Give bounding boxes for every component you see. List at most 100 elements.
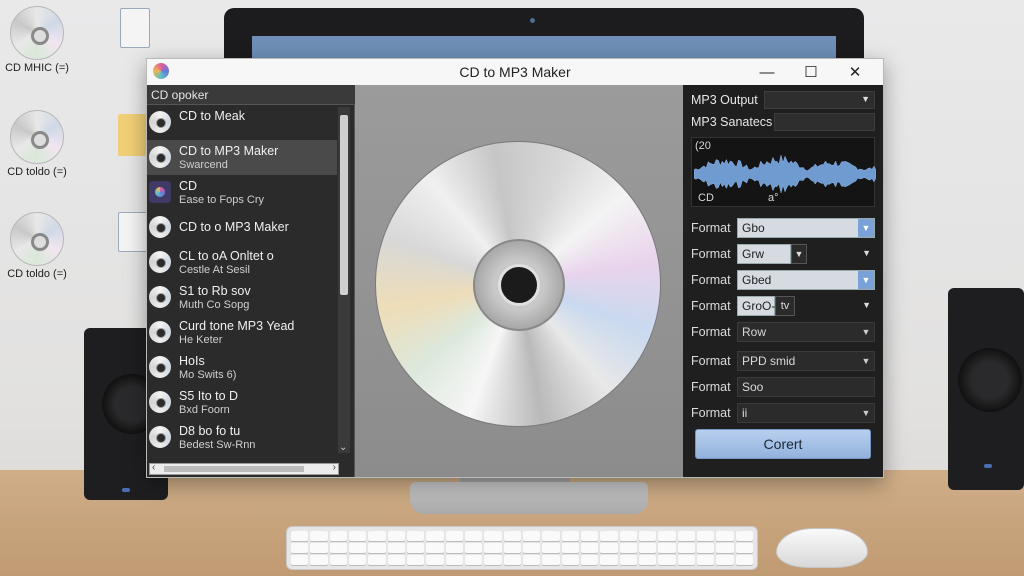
track-title: D8 bo fo tu (179, 424, 241, 438)
output-label: MP3 Output (691, 93, 758, 107)
format-value: ii (742, 405, 748, 420)
format-value: Grw (737, 243, 791, 264)
scroll-thumb[interactable] (164, 466, 304, 472)
track-title: CD (179, 179, 198, 193)
convert-button[interactable]: Corert (695, 429, 871, 459)
format-row: Format Gbed ▼ (691, 267, 875, 292)
format-label: Format (691, 246, 731, 261)
track-list: CD to Meak CD to MP3 Maker Swarcend CD E… (147, 105, 337, 453)
track-subtitle: Cestle At Sesil (179, 264, 250, 276)
track-title: CL to oA Onltet o (179, 249, 274, 263)
list-item[interactable]: CL to oA Onltet o Cestle At Sesil (147, 245, 337, 280)
minimize-button[interactable]: — (745, 61, 789, 83)
list-item[interactable]: CD to Meak (147, 105, 337, 140)
waveform-bottom-left: CD (698, 192, 714, 204)
speaker-led (122, 488, 130, 492)
right-speaker (948, 288, 1024, 490)
desktop-icon-label: CD MHIC (=) (5, 62, 69, 74)
list-item[interactable]: CD to o MP3 Maker (147, 210, 337, 245)
format-label: Format (691, 353, 731, 368)
waveform-top-label: (20 (695, 140, 711, 152)
window-title: CD to MP3 Maker (459, 64, 571, 80)
file-icon[interactable] (118, 212, 148, 252)
track-title: HoIs (179, 354, 205, 368)
cd-center-hole (498, 264, 540, 306)
list-item[interactable]: CD Ease to Fops Cry (147, 175, 337, 210)
track-subtitle: Ease to Fops Cry (179, 194, 264, 206)
cd-preview-area (355, 85, 683, 477)
output-dropdown[interactable]: ▼ (763, 91, 875, 109)
chevron-right-icon[interactable]: › (333, 462, 336, 473)
app-icon (149, 181, 171, 203)
format-dropdown[interactable]: Gbo ▼ (737, 217, 875, 238)
list-item[interactable]: D8 bo fo tu Bedest Sw-Rnn (147, 420, 337, 453)
webcam-dot (530, 18, 535, 23)
folder-icon[interactable] (118, 114, 148, 156)
chevron-left-icon[interactable]: ‹ (152, 462, 155, 473)
format-dropdown[interactable]: Grw ▼ ▼ (737, 243, 875, 264)
format-value-secondary[interactable]: tv (775, 295, 795, 316)
cd-icon (149, 146, 171, 168)
file-icon[interactable] (120, 8, 150, 48)
track-title: S5 Ito to D (179, 389, 239, 403)
speaker-led (984, 464, 992, 468)
format-label: Format (691, 405, 731, 420)
format-dropdown[interactable]: ii ▼ (737, 402, 875, 423)
cd-icon (10, 212, 64, 266)
scroll-thumb[interactable] (340, 115, 348, 295)
desktop-cd-icon[interactable]: CD toldo (=) (2, 110, 72, 178)
format-dropdown[interactable]: GroO- tv ▼ (737, 295, 875, 316)
maximize-button[interactable]: ☐ (789, 61, 833, 83)
format-row: Format Soo (691, 374, 875, 399)
format-value: GroO- (737, 295, 775, 316)
list-item[interactable]: Curd tone MP3 Yead He Keter (147, 315, 337, 350)
format-row: Format Row ▼ (691, 319, 875, 344)
track-title: CD to MP3 Maker (179, 144, 279, 158)
title-bar[interactable]: CD to MP3 Maker — ☐ ✕ (147, 59, 883, 85)
list-item[interactable]: S1 to Rb sov Muth Co Sopg (147, 280, 337, 315)
chevron-down-icon: ▼ (861, 355, 871, 366)
format-dropdown[interactable]: PPD smid ▼ (737, 350, 875, 371)
desktop-cd-icon[interactable]: CD MHIC (=) (2, 6, 72, 74)
format-row: Format GroO- tv ▼ (691, 293, 875, 318)
chevron-down-icon[interactable]: ▼ (862, 300, 871, 310)
format-value: PPD smid (742, 353, 796, 368)
format-label: Format (691, 298, 731, 313)
chevron-down-icon[interactable]: ▼ (862, 248, 871, 258)
track-subtitle: Bxd Foorn (179, 404, 230, 416)
cd-icon (149, 251, 171, 273)
chevron-down-icon: ▼ (858, 270, 874, 289)
vertical-scrollbar[interactable]: ⌄ (338, 107, 350, 453)
chevron-down-icon[interactable]: ▼ (791, 243, 807, 264)
app-logo-icon (153, 63, 169, 79)
cd-icon (149, 391, 171, 413)
close-button[interactable]: ✕ (833, 61, 877, 83)
list-item[interactable]: S5 Ito to D Bxd Foorn (147, 385, 337, 420)
desktop-cd-icon[interactable]: CD toldo (=) (2, 212, 72, 280)
list-item-selected[interactable]: CD to MP3 Maker Swarcend (147, 140, 337, 175)
format-label: Format (691, 272, 731, 287)
format-row: Format PPD smid ▼ (691, 348, 875, 373)
chevron-down-icon: ▼ (861, 407, 871, 418)
cd-icon (149, 111, 171, 133)
chevron-down-icon: ▼ (861, 326, 871, 337)
track-title: Curd tone MP3 Yead (179, 319, 295, 333)
list-item[interactable]: HoIs Mo Swits 6) (147, 350, 337, 385)
format-label: Format (691, 379, 731, 394)
panel-header: CD opoker (147, 85, 355, 105)
keyboard (286, 526, 758, 570)
track-subtitle: Swarcend (179, 159, 228, 171)
format-label: Format (691, 324, 731, 339)
chevron-down-icon[interactable]: ⌄ (339, 442, 347, 453)
format-dropdown[interactable]: Row ▼ (737, 321, 875, 342)
cd-icon (149, 286, 171, 308)
horizontal-scrollbar[interactable]: ‹ › (149, 462, 339, 475)
cd-icon (149, 321, 171, 343)
format-row: Format Gbo ▼ (691, 215, 875, 240)
chevron-down-icon: ▼ (861, 94, 870, 104)
cd-icon (10, 110, 64, 164)
format-dropdown[interactable]: Gbed ▼ (737, 269, 875, 290)
track-subtitle: He Keter (179, 334, 223, 346)
format-field[interactable]: Soo (737, 376, 875, 397)
sample-rate-field[interactable] (774, 113, 875, 131)
